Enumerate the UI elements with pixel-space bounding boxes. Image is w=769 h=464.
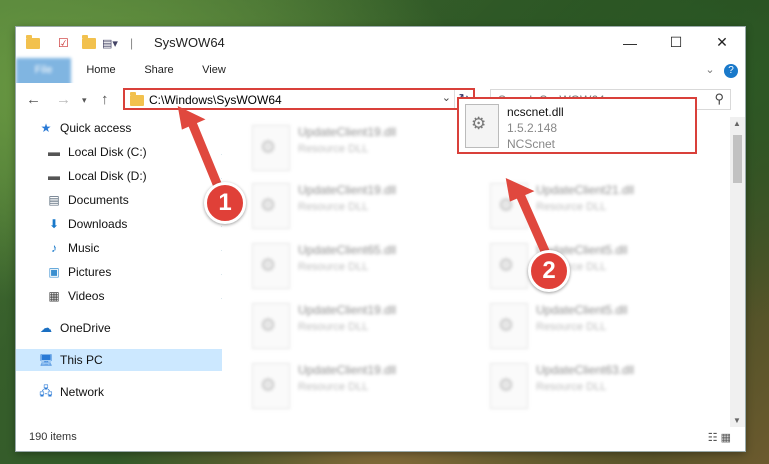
callout-badge-2: 2: [528, 250, 570, 292]
callout-arrow-1: [177, 105, 227, 201]
callout-badge-1: 1: [204, 182, 246, 224]
callout-arrow-2: [505, 177, 553, 263]
callout-arrows: [177, 105, 553, 263]
